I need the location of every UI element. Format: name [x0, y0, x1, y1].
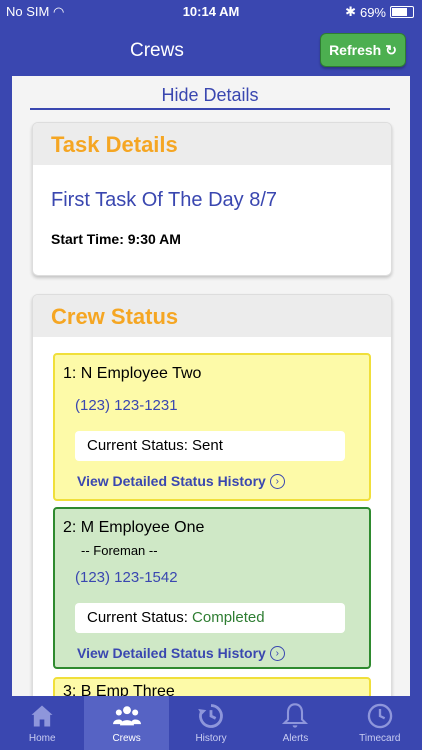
- history-icon: [198, 704, 223, 728]
- refresh-button[interactable]: Refresh ↻: [320, 33, 406, 67]
- tab-bar: Home Crews History Alerts Timecard: [0, 696, 422, 750]
- crew-member-card: 1: N Employee Two (123) 123-1231 Current…: [53, 353, 371, 501]
- crew-member-name: 1: N Employee Two: [63, 365, 202, 382]
- status-value: Sent: [192, 437, 223, 454]
- tab-timecard[interactable]: Timecard: [338, 696, 422, 750]
- page-title: Crews: [130, 40, 184, 61]
- current-status-box: Current Status: Completed: [75, 603, 345, 633]
- bluetooth-icon: ✱: [345, 4, 356, 19]
- crew-member-phone[interactable]: (123) 123-1231: [75, 397, 178, 414]
- task-details-header: Task Details: [33, 123, 391, 165]
- bell-icon: [282, 703, 309, 728]
- crew-member-name: 2: M Employee One: [63, 519, 205, 536]
- tab-home[interactable]: Home: [0, 696, 84, 750]
- status-value: Completed: [192, 609, 265, 626]
- tab-crews[interactable]: Crews: [84, 696, 169, 750]
- crew-member-phone[interactable]: (123) 123-1542: [75, 569, 178, 586]
- clock-icon: [367, 703, 393, 729]
- task-details-card: Task Details First Task Of The Day 8/7 S…: [32, 122, 392, 276]
- crew-member-role: -- Foreman --: [81, 543, 158, 558]
- view-status-history-link[interactable]: View Detailed Status History ›: [77, 473, 285, 489]
- nav-bar: Crews Refresh ↻: [0, 22, 422, 76]
- status-bar: No SIM ◠ 10:14 AM ✱ 69%: [0, 0, 422, 22]
- task-name: First Task Of The Day 8/7: [51, 189, 278, 211]
- refresh-icon: ↻: [385, 41, 397, 58]
- view-status-history-link[interactable]: View Detailed Status History ›: [77, 645, 285, 661]
- battery-indicator: ✱ 69%: [345, 4, 414, 20]
- battery-icon: [390, 6, 414, 18]
- crews-icon: [112, 706, 141, 726]
- tab-alerts[interactable]: Alerts: [253, 696, 337, 750]
- crew-status-header: Crew Status: [33, 295, 391, 337]
- crew-member-name: 3: B Emp Three: [63, 683, 175, 696]
- chevron-right-icon: ›: [269, 645, 285, 661]
- crew-member-card: 2: M Employee One -- Foreman -- (123) 12…: [53, 507, 371, 669]
- chevron-right-icon: ›: [269, 473, 285, 489]
- crew-member-card: 3: B Emp Three: [53, 677, 371, 696]
- home-icon: [31, 705, 53, 727]
- crew-status-card: Crew Status 1: N Employee Two (123) 123-…: [32, 294, 392, 696]
- tab-history[interactable]: History: [169, 696, 253, 750]
- hide-details-button[interactable]: Hide Details: [30, 82, 390, 110]
- current-status-box: Current Status: Sent: [75, 431, 345, 461]
- content-area[interactable]: Hide Details Task Details First Task Of …: [12, 76, 410, 696]
- task-start-time: Start Time: 9:30 AM: [51, 231, 181, 247]
